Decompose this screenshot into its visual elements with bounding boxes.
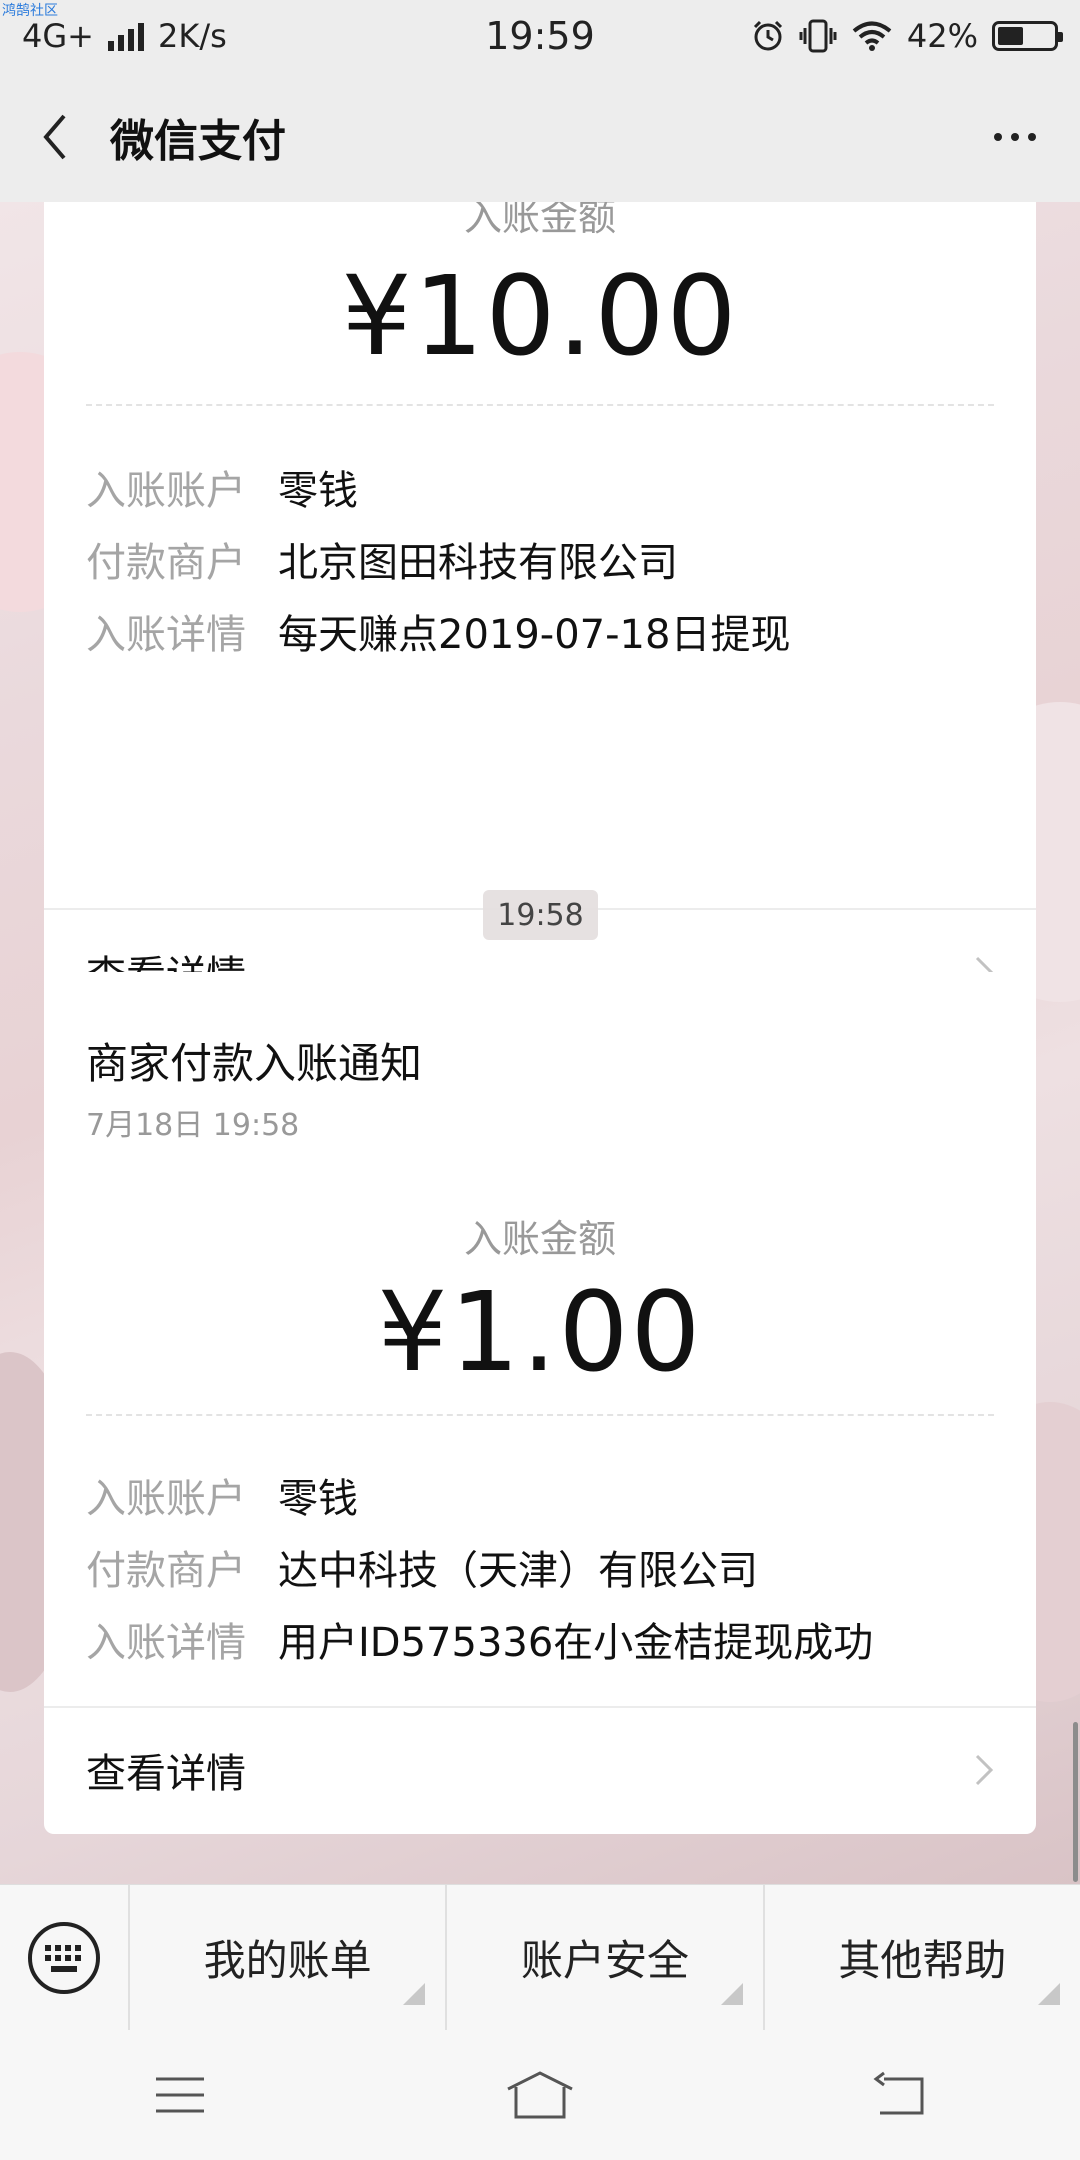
back-button[interactable]	[30, 107, 80, 167]
info-row: 入账账户 零钱	[86, 458, 358, 516]
amount-label: 入账金额	[463, 1217, 616, 1261]
menu-label: 我的账单	[203, 1936, 372, 1985]
submenu-indicator-icon	[403, 1982, 426, 2005]
chevron-right-icon	[975, 1754, 994, 1786]
keyboard-icon	[28, 1921, 100, 1994]
submenu-indicator-icon	[1037, 1982, 1060, 2005]
signal-icon	[107, 21, 144, 51]
message-time-chip: 19:58	[483, 890, 598, 940]
menu-account-security[interactable]: 账户安全	[447, 1884, 765, 2031]
info-value: 用户ID575336在小金桔提现成功	[278, 1620, 874, 1666]
info-key: 入账账户	[86, 1476, 246, 1522]
nav-back-button[interactable]	[840, 2045, 960, 2145]
status-right: 42%	[751, 17, 1063, 55]
info-row: 入账账户 零钱	[86, 1466, 358, 1524]
alarm-icon	[753, 20, 782, 51]
watermark-text: 鸿鹄社区	[2, 3, 58, 19]
wifi-icon	[852, 21, 892, 51]
info-row: 入账详情 用户ID575336在小金桔提现成功	[86, 1610, 873, 1668]
menu-label: 账户安全	[520, 1936, 689, 1985]
menu-label: 其他帮助	[838, 1936, 1007, 1985]
battery-icon	[992, 21, 1063, 51]
info-row: 付款商户 达中科技（天津）有限公司	[86, 1538, 758, 1596]
payment-card: 商家付款入账通知 7月18日 19:58 入账金额 ¥1.00 入账账户 零钱 …	[44, 972, 1036, 1834]
more-button[interactable]	[980, 112, 1050, 162]
notification-title: 商家付款入账通知	[86, 1039, 423, 1088]
info-key: 入账详情	[86, 612, 246, 658]
amount-label: 入账金额	[463, 202, 616, 239]
more-dots-icon	[994, 133, 1002, 141]
status-bar: 鸿鹄社区 4G+ 2K/s 19:59 42%	[0, 0, 1080, 72]
bottom-menu: 我的账单 账户安全 其他帮助	[0, 1884, 1080, 2031]
menu-other-help[interactable]: 其他帮助	[765, 1885, 1080, 2031]
info-value: 达中科技（天津）有限公司	[278, 1548, 758, 1594]
info-value: 每天赚点2019-07-18日提现	[278, 612, 791, 658]
status-left: 4G+ 2K/s	[22, 17, 227, 55]
notification-time: 7月18日 19:58	[86, 1108, 300, 1143]
page-title: 微信支付	[110, 116, 286, 167]
system-nav-bar	[0, 2030, 1080, 2160]
info-row: 付款商户 北京图田科技有限公司	[86, 530, 678, 588]
keyboard-toggle-button[interactable]	[0, 1884, 130, 2031]
nav-menu-button[interactable]	[120, 2045, 240, 2145]
info-key: 入账账户	[86, 468, 246, 514]
info-key: 付款商户	[86, 1548, 246, 1594]
nav-home-button[interactable]	[480, 2045, 600, 2145]
more-dot	[1011, 133, 1019, 141]
chat-background: 入账金额 ¥10.00 入账账户 零钱 付款商户 北京图田科技有限公司 入账详情…	[0, 202, 1080, 1884]
view-details-link[interactable]: 查看详情	[44, 1706, 1036, 1834]
info-value: 零钱	[278, 1476, 358, 1522]
view-details-label: 查看详情	[86, 1751, 246, 1797]
home-icon	[507, 2071, 573, 2119]
dashed-divider	[86, 404, 994, 406]
network-type: 4G+	[22, 17, 94, 55]
more-dot	[1028, 133, 1036, 141]
info-row: 入账详情 每天赚点2019-07-18日提现	[86, 602, 790, 660]
battery-fill	[998, 27, 1024, 45]
info-value: 零钱	[278, 468, 358, 514]
amount-value: ¥10.00	[341, 252, 739, 380]
info-key: 入账详情	[86, 1620, 246, 1666]
chevron-left-icon	[43, 114, 66, 160]
network-speed: 2K/s	[157, 17, 227, 55]
info-value: 北京图田科技有限公司	[278, 540, 678, 586]
back-icon	[873, 2071, 924, 2115]
menu-icon	[156, 2077, 204, 2113]
amount-value: ¥1.00	[377, 1268, 703, 1396]
submenu-indicator-icon	[720, 1982, 743, 2005]
battery-percent: 42%	[906, 17, 978, 55]
menu-my-bills[interactable]: 我的账单	[130, 1884, 448, 2031]
vibrate-icon	[799, 19, 837, 53]
dashed-divider	[86, 1414, 994, 1416]
scrollbar[interactable]	[1073, 1722, 1078, 1882]
title-bar: 微信支付	[0, 72, 1080, 202]
info-key: 付款商户	[86, 540, 246, 586]
